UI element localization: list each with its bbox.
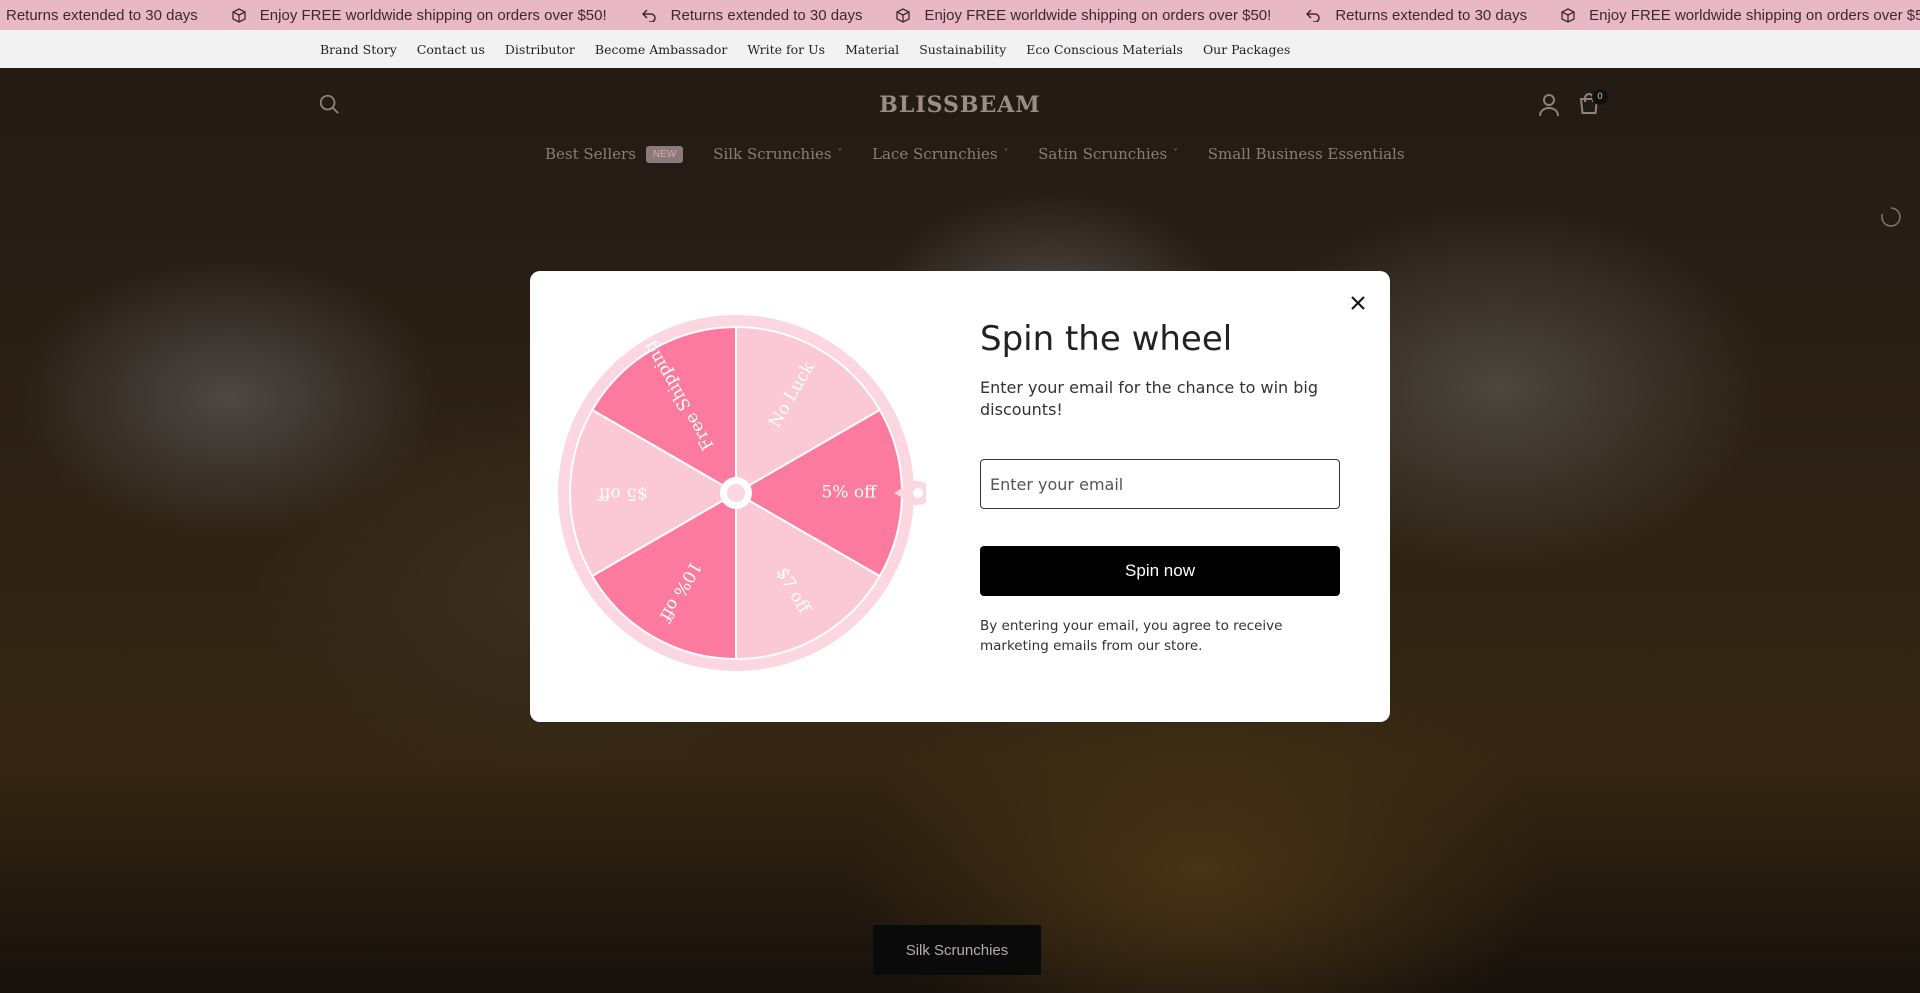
package-icon bbox=[232, 7, 260, 23]
modal-title: Spin the wheel bbox=[980, 319, 1233, 359]
wheel-segment-label: $5 off bbox=[597, 484, 648, 504]
utility-link-brand-story[interactable]: Brand Story bbox=[320, 42, 397, 57]
loading-spinner-icon bbox=[1880, 206, 1902, 232]
main-nav: Best Sellers NEW Silk Scrunchies ˅ Lace Scru… bbox=[545, 142, 1435, 166]
close-icon[interactable] bbox=[1344, 289, 1372, 317]
utility-link-material[interactable]: Material bbox=[845, 42, 899, 57]
announcement-text: Returns extended to 30 days bbox=[670, 6, 863, 24]
announcement-bar: Returns extended to 30 days Enjoy FREE wo… bbox=[0, 0, 1920, 30]
hero-shop-button[interactable]: Silk Scrunchies bbox=[873, 925, 1041, 975]
prize-wheel[interactable]: No Luck Free Shipping $5 off 10% off $7 off 5… bbox=[558, 315, 930, 683]
chevron-down-icon: ˅ bbox=[1173, 149, 1178, 159]
announcement-item: Returns extended to 30 days bbox=[1305, 7, 1527, 24]
nav-item-label: Satin Scrunchies bbox=[1038, 145, 1168, 163]
nav-item-lace-scrunchies[interactable]: Lace Scrunchies ˅ bbox=[872, 145, 1008, 163]
announcement-text: Enjoy FREE worldwide shipping on orders … bbox=[259, 6, 607, 24]
nav-item-small-business-essentials[interactable]: Small Business Essentials bbox=[1208, 145, 1405, 163]
utility-nav: Brand Story Contact us Distributor Become A… bbox=[0, 30, 1920, 68]
new-badge: NEW bbox=[645, 145, 684, 163]
modal-subtitle: Enter your email for the chance to win b… bbox=[980, 378, 1319, 419]
return-arrow-icon bbox=[1305, 8, 1335, 22]
announcement-text: Enjoy FREE worldwide shipping on orders … bbox=[1589, 6, 1920, 24]
nav-item-silk-scrunchies[interactable]: Silk Scrunchies ˅ bbox=[713, 145, 842, 163]
return-arrow-icon bbox=[641, 8, 671, 22]
nav-item-satin-scrunchies[interactable]: Satin Scrunchies ˅ bbox=[1038, 145, 1178, 163]
announcement-item: Enjoy FREE worldwide shipping on orders … bbox=[232, 7, 607, 24]
announcement-item: Enjoy FREE worldwide shipping on orders … bbox=[1561, 7, 1920, 24]
chevron-down-icon: ˅ bbox=[1003, 149, 1009, 159]
wheel-hub-center bbox=[727, 484, 745, 502]
package-icon bbox=[896, 7, 924, 23]
email-input[interactable] bbox=[980, 459, 1340, 509]
utility-link-distributor[interactable]: Distributor bbox=[505, 42, 575, 57]
spin-now-button[interactable]: Spin now bbox=[980, 546, 1340, 596]
utility-link-write-for-us[interactable]: Write for Us bbox=[747, 42, 825, 57]
utility-link-eco-conscious-materials[interactable]: Eco Conscious Materials bbox=[1026, 42, 1183, 57]
nav-item-label: Best Sellers bbox=[545, 145, 636, 163]
nav-item-label: Silk Scrunchies bbox=[713, 145, 832, 163]
account-icon[interactable] bbox=[1538, 93, 1560, 121]
nav-item-label: Lace Scrunchies bbox=[872, 145, 998, 163]
utility-link-sustainability[interactable]: Sustainability bbox=[919, 42, 1006, 57]
announcement-text: Enjoy FREE worldwide shipping on orders … bbox=[924, 6, 1272, 24]
utility-link-become-ambassador[interactable]: Become Ambassador bbox=[595, 42, 727, 57]
announcement-text: Returns extended to 30 days bbox=[1335, 6, 1528, 24]
package-icon bbox=[1561, 7, 1589, 23]
nav-item-best-sellers[interactable]: Best Sellers NEW bbox=[545, 145, 684, 163]
announcement-text: Returns extended to 30 days bbox=[6, 6, 198, 24]
site-logo[interactable]: BLISSBEAM bbox=[0, 92, 1920, 118]
cart-count-badge: 0 bbox=[1592, 89, 1608, 105]
wheel-segment-label: 5% off bbox=[822, 483, 879, 503]
announcement-item: Enjoy FREE worldwide shipping on orders … bbox=[896, 7, 1271, 24]
chevron-down-icon: ˅ bbox=[837, 149, 843, 159]
spin-wheel-modal: No Luck Free Shipping $5 off 10% off $7 off 5… bbox=[530, 271, 1390, 722]
utility-link-our-packages[interactable]: Our Packages bbox=[1203, 42, 1290, 57]
utility-link-contact-us[interactable]: Contact us bbox=[417, 42, 485, 57]
nav-item-label: Small Business Essentials bbox=[1207, 145, 1405, 163]
announcement-item: Returns extended to 30 days bbox=[641, 6, 863, 24]
legal-text: By entering your email, you agree to rec… bbox=[980, 618, 1283, 654]
announcement-item: Returns extended to 30 days bbox=[6, 7, 198, 24]
cart-button[interactable]: 0 bbox=[1578, 89, 1608, 119]
